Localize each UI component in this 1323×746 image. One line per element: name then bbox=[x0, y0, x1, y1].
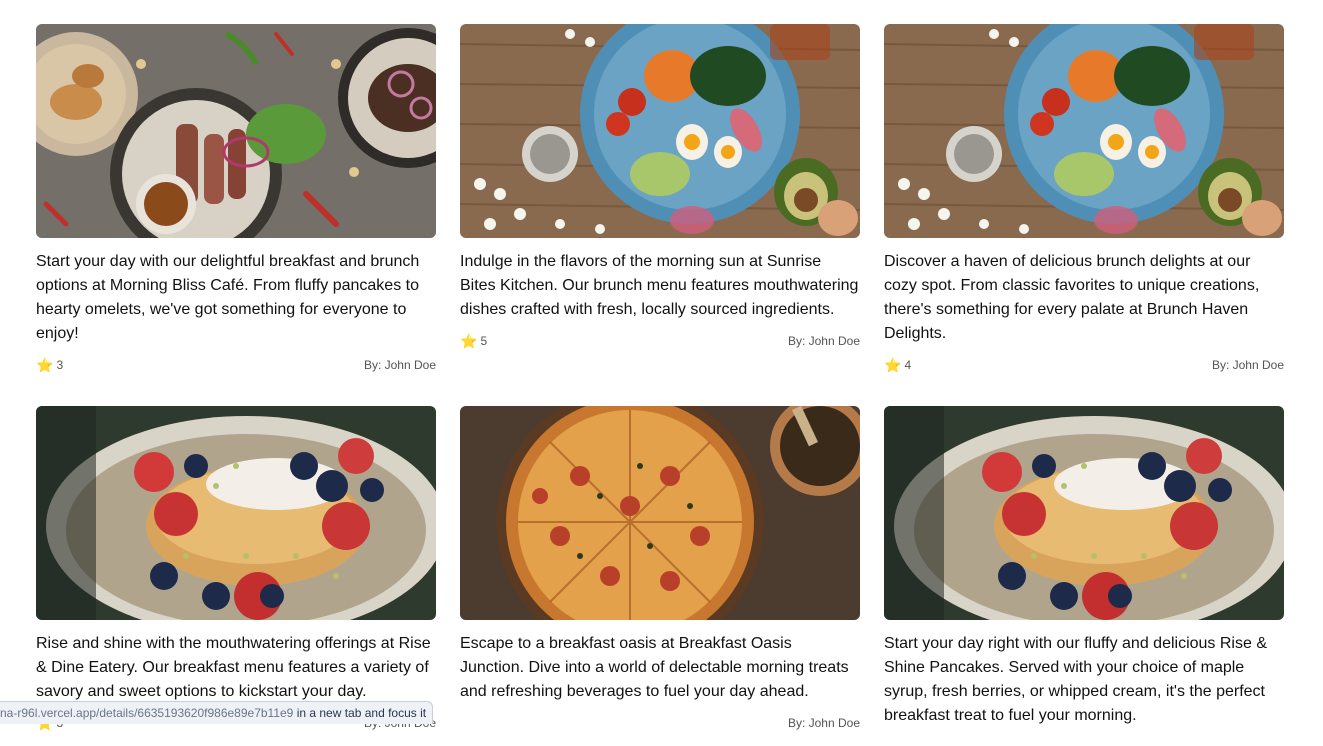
author-label: By: John Doe bbox=[364, 358, 436, 372]
food-photo-pizza bbox=[460, 406, 860, 620]
food-image[interactable] bbox=[884, 24, 1284, 238]
restaurant-card[interactable]: Start your day right with our fluffy and… bbox=[884, 406, 1284, 746]
card-meta: ⭐ 3 By: John Doe bbox=[36, 358, 436, 372]
rating: ⭐ 5 bbox=[460, 334, 487, 348]
restaurant-card[interactable]: Escape to a breakfast oasis at Breakfast… bbox=[460, 406, 860, 746]
card-description: Start your day with our delightful break… bbox=[36, 250, 436, 346]
rating-value: 5 bbox=[480, 334, 487, 348]
food-photo-egg-avocado-plate bbox=[884, 24, 1284, 238]
food-photo-pancakes-berries bbox=[36, 406, 436, 620]
author-label: By: John Doe bbox=[788, 716, 860, 730]
status-url: na-r96l.vercel.app/details/6635193620f98… bbox=[0, 706, 293, 720]
rating: ⭐ 4 bbox=[884, 358, 911, 372]
food-photo-egg-avocado-plate bbox=[460, 24, 860, 238]
link-status-bar: na-r96l.vercel.app/details/6635193620f98… bbox=[0, 701, 433, 724]
restaurant-card[interactable]: Start your day with our delightful break… bbox=[36, 24, 436, 406]
restaurant-card[interactable]: Indulge in the flavors of the morning su… bbox=[460, 24, 860, 406]
author-label: By: John Doe bbox=[1212, 358, 1284, 372]
status-action: in a new tab and focus it bbox=[293, 706, 426, 720]
card-description: Indulge in the flavors of the morning su… bbox=[460, 250, 860, 322]
star-icon: ⭐ bbox=[36, 358, 53, 372]
food-photo-pancakes-berries bbox=[884, 406, 1284, 620]
rating-value: 3 bbox=[56, 358, 63, 372]
food-image[interactable] bbox=[36, 24, 436, 238]
food-image[interactable] bbox=[884, 406, 1284, 620]
food-image[interactable] bbox=[460, 24, 860, 238]
card-description: Rise and shine with the mouthwatering of… bbox=[36, 632, 436, 704]
card-description: Start your day right with our fluffy and… bbox=[884, 632, 1284, 728]
author-label: By: John Doe bbox=[788, 334, 860, 348]
card-meta: ⭐ 5 By: John Doe bbox=[460, 334, 860, 348]
rating-value: 4 bbox=[904, 358, 911, 372]
restaurant-card[interactable]: Discover a haven of delicious brunch del… bbox=[884, 24, 1284, 406]
food-photo-steak-salad bbox=[36, 24, 436, 238]
card-meta: ⭐ 4 By: John Doe bbox=[884, 358, 1284, 372]
food-image[interactable] bbox=[36, 406, 436, 620]
rating: ⭐ 3 bbox=[36, 358, 63, 372]
restaurant-card[interactable]: Rise and shine with the mouthwatering of… bbox=[36, 406, 436, 746]
food-image[interactable] bbox=[460, 406, 860, 620]
star-icon: ⭐ bbox=[884, 358, 901, 372]
restaurant-card-grid: Start your day with our delightful break… bbox=[36, 24, 1284, 746]
card-description: Escape to a breakfast oasis at Breakfast… bbox=[460, 632, 860, 704]
card-meta: By: John Doe bbox=[460, 716, 860, 730]
star-icon: ⭐ bbox=[460, 334, 477, 348]
card-description: Discover a haven of delicious brunch del… bbox=[884, 250, 1284, 346]
